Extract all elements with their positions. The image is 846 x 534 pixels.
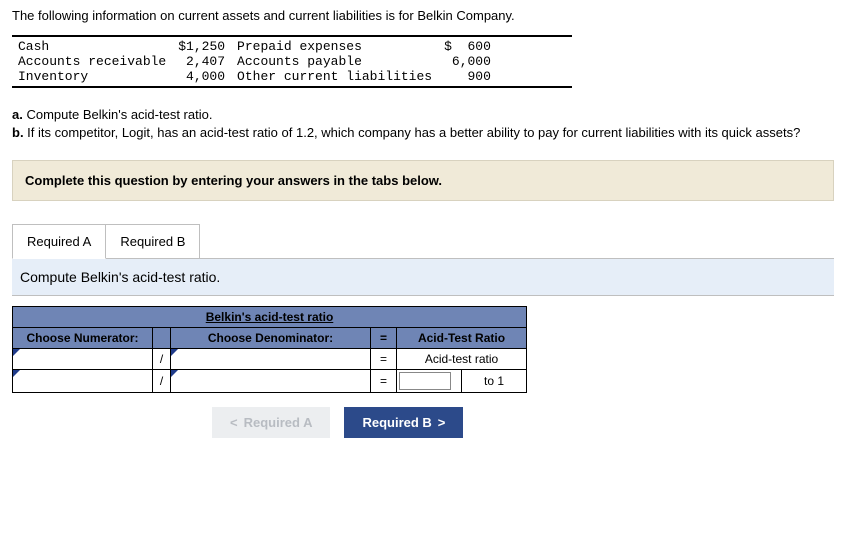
to-1: to 1 xyxy=(462,370,527,393)
table-row: Inventory 4,000 Other current liabilitie… xyxy=(12,69,497,84)
choose-numerator-header: Choose Numerator: xyxy=(13,328,153,349)
ratio-input[interactable] xyxy=(399,372,451,390)
ratio-title: Belkin's acid-test ratio xyxy=(13,307,527,328)
ratio-input-cell xyxy=(397,370,462,393)
nav-row: < Required A Required B > xyxy=(212,407,834,438)
panel-instruction: Compute Belkin's acid-test ratio. xyxy=(12,259,834,296)
eq: = xyxy=(371,370,397,393)
value: $1,250 xyxy=(172,39,231,54)
value: 900 xyxy=(438,69,497,84)
slash: / xyxy=(153,370,171,393)
q-b-text: If its competitor, Logit, has an acid-te… xyxy=(24,125,801,140)
hint-bar: Complete this question by entering your … xyxy=(12,160,834,201)
q-a-text: Compute Belkin's acid-test ratio. xyxy=(23,107,213,122)
table-row: Cash $1,250 Prepaid expenses $ 600 xyxy=(12,39,497,54)
next-label: Required B xyxy=(362,415,431,430)
value: 2,407 xyxy=(172,54,231,69)
prev-button[interactable]: < Required A xyxy=(212,407,330,438)
info-table: Cash $1,250 Prepaid expenses $ 600 Accou… xyxy=(12,35,572,88)
value: 4,000 xyxy=(172,69,231,84)
problem-intro: The following information on current ass… xyxy=(12,8,834,23)
q-a-label: a. xyxy=(12,107,23,122)
label: Accounts receivable xyxy=(12,54,172,69)
chevron-down-icon xyxy=(13,349,20,356)
label: Accounts payable xyxy=(231,54,438,69)
eq: = xyxy=(371,349,397,370)
slash: / xyxy=(153,349,171,370)
chevron-left-icon: < xyxy=(230,415,238,430)
denominator-dropdown[interactable] xyxy=(171,349,371,370)
denominator-value[interactable] xyxy=(171,370,371,393)
next-button[interactable]: Required B > xyxy=(344,407,463,438)
question-list: a. Compute Belkin's acid-test ratio. b. … xyxy=(12,106,834,142)
label: Inventory xyxy=(12,69,172,84)
tab-panel-a: Compute Belkin's acid-test ratio. Belkin… xyxy=(12,258,834,438)
chevron-down-icon xyxy=(13,370,20,377)
label: Cash xyxy=(12,39,172,54)
tab-required-a[interactable]: Required A xyxy=(12,224,106,259)
prev-label: Required A xyxy=(244,415,313,430)
eq-header: = xyxy=(371,328,397,349)
numerator-dropdown[interactable] xyxy=(13,349,153,370)
chevron-down-icon xyxy=(171,370,178,377)
tab-strip: Required A Required B xyxy=(12,223,834,258)
q-b-label: b. xyxy=(12,125,24,140)
acid-test-label: Acid-test ratio xyxy=(397,349,527,370)
ratio-table: Belkin's acid-test ratio Choose Numerato… xyxy=(12,306,527,393)
value: 6,000 xyxy=(438,54,497,69)
table-row: Accounts receivable 2,407 Accounts payab… xyxy=(12,54,497,69)
chevron-down-icon xyxy=(171,349,178,356)
numerator-value[interactable] xyxy=(13,370,153,393)
label: Prepaid expenses xyxy=(231,39,438,54)
choose-denominator-header: Choose Denominator: xyxy=(171,328,371,349)
value: $ 600 xyxy=(438,39,497,54)
tab-required-b[interactable]: Required B xyxy=(105,224,200,259)
acid-test-ratio-header: Acid-Test Ratio xyxy=(397,328,527,349)
slash-header xyxy=(153,328,171,349)
label: Other current liabilities xyxy=(231,69,438,84)
chevron-right-icon: > xyxy=(438,415,446,430)
